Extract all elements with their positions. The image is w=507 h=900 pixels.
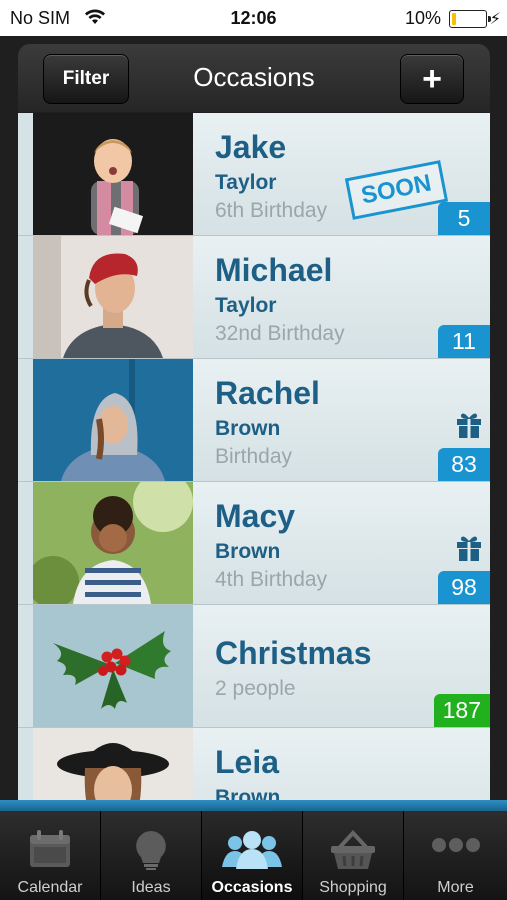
charging-icon: ⚡ [489,11,501,28]
person-name: Rachel [215,375,320,411]
occasion-label: Birthday [215,445,293,468]
occasion-row-jake[interactable]: Jake Taylor 6th Birthday SOON 5 [18,113,490,236]
nav-header: Filter Occasions + [18,44,490,112]
tab-shopping[interactable]: Shopping [303,811,404,900]
occasion-label: 4th Birthday [215,568,328,591]
days-badge: 11 [438,325,490,358]
avatar [33,236,193,358]
person-surname: Brown [215,417,281,440]
person-surname: Taylor [215,171,277,194]
tab-more[interactable]: More [404,811,507,900]
person-name: Jake [215,129,287,165]
battery-percent: 10% [404,8,441,28]
person-surname: Brown [215,540,281,563]
calendar-icon [0,829,100,874]
occasion-row-michael[interactable]: Michael Taylor 32nd Birthday 11 [18,236,490,359]
avatar [33,728,193,801]
tab-label: Calendar [17,879,83,896]
occasion-label: 6th Birthday [215,199,328,222]
battery-icon [449,10,491,28]
tab-bar: Calendar Ideas Occasions Shopping More [0,800,507,900]
gift-icon [456,534,482,567]
days-badge: 98 [438,571,490,604]
occasion-row-rachel[interactable]: Rachel Brown Birthday 83 [18,359,490,482]
days-badge: 187 [433,694,490,727]
soon-stamp: SOON [344,160,448,220]
person-surname: Brown [215,786,281,801]
person-name: Leia [215,744,280,780]
people-count: 2 people [215,677,296,700]
days-badge: 5 [438,202,490,235]
occasion-name: Christmas [215,635,372,671]
person-name: Macy [215,498,296,534]
tab-occasions[interactable]: Occasions [202,811,303,900]
avatar [33,113,193,235]
tab-ideas[interactable]: Ideas [101,811,202,900]
lightbulb-icon [101,829,201,876]
occasion-row-christmas[interactable]: Christmas 2 people 187 [18,605,490,728]
occasions-list[interactable]: Jake Taylor 6th Birthday SOON 5 Michael … [18,113,490,801]
gift-icon [456,411,482,444]
tab-label: More [437,879,474,896]
people-icon [202,829,302,874]
person-name: Michael [215,252,333,288]
tab-label: Occasions [211,879,293,896]
status-bar: No SIM 12:06 10% ⚡ [0,0,507,36]
avatar [33,482,193,604]
more-icon [404,837,507,858]
occasion-label: 32nd Birthday [215,322,345,345]
days-badge: 83 [438,448,490,481]
avatar [33,359,193,481]
person-surname: Taylor [215,294,277,317]
tab-label: Shopping [319,879,387,896]
tab-label: Ideas [131,879,171,896]
occasion-row-macy[interactable]: Macy Brown 4th Birthday 98 [18,482,490,605]
holly-icon [33,605,193,727]
occasion-row-leia[interactable]: Leia Brown [18,728,490,801]
basket-icon [303,829,403,876]
tab-calendar[interactable]: Calendar [0,811,101,900]
add-occasion-button[interactable]: + [400,54,464,104]
